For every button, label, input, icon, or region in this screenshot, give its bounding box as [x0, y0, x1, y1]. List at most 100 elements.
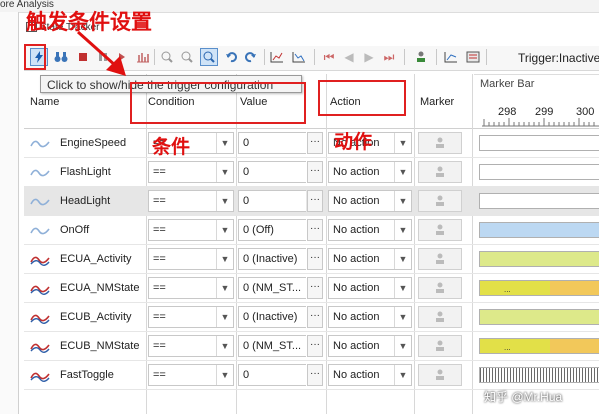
condition-select[interactable]: == ▼ — [148, 161, 234, 183]
signal-wave-icon — [30, 372, 50, 382]
chart-down-icon[interactable] — [290, 48, 308, 66]
condition-select[interactable]: == ▼ — [148, 364, 234, 386]
chevron-down-icon[interactable]: ▼ — [394, 249, 411, 269]
action-select[interactable]: No action ▼ — [328, 277, 412, 299]
chevron-down-icon[interactable]: ▼ — [216, 162, 233, 182]
chevron-down-icon[interactable]: ▼ — [216, 307, 233, 327]
marker-axis: 298 299 300 — [474, 92, 599, 128]
marker-button[interactable] — [418, 161, 462, 183]
table-row[interactable]: ECUB_NMState == ▼ 0 (NM_ST... ··· No action ▼.… — [24, 332, 599, 361]
action-select[interactable]: No action ▼ — [328, 335, 412, 357]
value-field[interactable]: 0 — [238, 132, 306, 154]
value-field[interactable]: 0 (NM_ST... — [238, 277, 306, 299]
chevron-down-icon[interactable]: ▼ — [216, 249, 233, 269]
chevron-down-icon[interactable]: ▼ — [394, 220, 411, 240]
condition-select[interactable]: == ▼ — [148, 248, 234, 270]
next-icon[interactable]: ▶ — [360, 48, 378, 66]
action-select[interactable]: No action ▼ — [328, 190, 412, 212]
chevron-down-icon[interactable]: ▼ — [394, 162, 411, 182]
prev-icon[interactable]: ◀ — [340, 48, 358, 66]
marker-button[interactable] — [418, 248, 462, 270]
action-value: No action — [333, 253, 380, 265]
chevron-down-icon[interactable]: ▼ — [216, 220, 233, 240]
value-field[interactable]: 0 — [238, 364, 306, 386]
value-field[interactable]: 0 — [238, 190, 306, 212]
marker-button[interactable] — [418, 132, 462, 154]
person-icon[interactable] — [412, 48, 430, 66]
signal-wave-icon — [30, 256, 50, 266]
marker-bar-separator — [474, 74, 599, 75]
value-browse-button[interactable]: ··· — [307, 190, 323, 212]
condition-select[interactable]: == ▼ — [148, 277, 234, 299]
action-value: No action — [333, 311, 380, 323]
value-browse-button[interactable]: ··· — [307, 132, 323, 154]
value-browse-button[interactable]: ··· — [307, 219, 323, 241]
value-field[interactable]: 0 (Inactive) — [238, 248, 306, 270]
action-select[interactable]: No action ▼ — [328, 306, 412, 328]
marker-button[interactable] — [418, 364, 462, 386]
signal-name: ECUB_Activity — [60, 311, 132, 323]
toggle-tick — [507, 368, 508, 382]
value-field[interactable]: 0 (Inactive) — [238, 306, 306, 328]
marker-button[interactable] — [418, 219, 462, 241]
value-field[interactable]: 0 (NM_ST... — [238, 335, 306, 357]
toggle-tick — [495, 368, 496, 382]
zoom-in-icon[interactable] — [158, 48, 176, 66]
marker-button[interactable] — [418, 335, 462, 357]
table-row[interactable]: ECUA_NMState == ▼ 0 (NM_ST... ··· No action ▼.… — [24, 274, 599, 303]
value-field[interactable]: 0 (Off) — [238, 219, 306, 241]
chevron-down-icon[interactable]: ▼ — [394, 278, 411, 298]
value-browse-button[interactable]: ··· — [307, 277, 323, 299]
binoculars-icon[interactable] — [52, 48, 70, 66]
chevron-down-icon[interactable]: ▼ — [216, 365, 233, 385]
value-browse-button[interactable]: ··· — [307, 306, 323, 328]
redo-icon[interactable] — [242, 48, 260, 66]
action-select[interactable]: No action ▼ — [328, 248, 412, 270]
table-row[interactable]: FlashLight == ▼ 0 ··· No action ▼ — [24, 158, 599, 187]
table-row[interactable]: FastToggle == ▼ 0 ··· No action ▼ — [24, 361, 599, 390]
chevron-down-icon[interactable]: ▼ — [216, 278, 233, 298]
value-browse-button[interactable]: ··· — [307, 364, 323, 386]
chevron-down-icon[interactable]: ▼ — [394, 307, 411, 327]
table-row[interactable]: ECUA_Activity == ▼ 0 (Inactive) ··· No action… — [24, 245, 599, 274]
marker-button[interactable] — [418, 277, 462, 299]
action-select[interactable]: No action ▼ — [328, 364, 412, 386]
chevron-down-icon[interactable]: ▼ — [216, 191, 233, 211]
toggle-tick — [576, 368, 577, 382]
chevron-down-icon[interactable]: ▼ — [394, 191, 411, 211]
value-browse-button[interactable]: ··· — [307, 161, 323, 183]
zoom-fit-icon[interactable] — [200, 48, 218, 66]
table-row[interactable]: HeadLight == ▼ 0 ··· No action ▼ — [24, 187, 599, 216]
table-row[interactable]: OnOff == ▼ 0 (Off) ··· No action ▼ — [24, 216, 599, 245]
chevron-down-icon[interactable]: ▼ — [394, 365, 411, 385]
chevron-down-icon[interactable]: ▼ — [394, 336, 411, 356]
action-select[interactable]: No action ▼ — [328, 219, 412, 241]
marker-button[interactable] — [418, 306, 462, 328]
value-browse-button[interactable]: ··· — [307, 248, 323, 270]
condition-select[interactable]: == ▼ — [148, 306, 234, 328]
axis-tick-300: 300 — [576, 106, 595, 118]
chevron-down-icon[interactable]: ▼ — [394, 133, 411, 153]
chevron-down-icon[interactable]: ▼ — [216, 336, 233, 356]
chevron-down-icon[interactable]: ▼ — [216, 133, 233, 153]
chart-up-icon[interactable] — [268, 48, 286, 66]
zoom-out-icon[interactable] — [178, 48, 196, 66]
toggle-tick — [480, 368, 481, 382]
action-select[interactable]: No action ▼ — [328, 161, 412, 183]
col-name-header[interactable]: Name — [30, 96, 59, 108]
marker-button[interactable] — [418, 190, 462, 212]
condition-select[interactable]: == ▼ — [148, 190, 234, 212]
line-chart-icon[interactable] — [442, 48, 460, 66]
condition-select[interactable]: == ▼ — [148, 335, 234, 357]
condition-select[interactable]: == ▼ — [148, 219, 234, 241]
value-browse-button[interactable]: ··· — [307, 335, 323, 357]
last-icon[interactable]: ⏭ — [380, 48, 398, 66]
settings-icon[interactable] — [464, 48, 482, 66]
table-row[interactable]: ECUB_Activity == ▼ 0 (Inactive) ··· No action… — [24, 303, 599, 332]
value-field[interactable]: 0 — [238, 161, 306, 183]
undo-icon[interactable] — [222, 48, 240, 66]
marker-chart-icon[interactable] — [134, 48, 152, 66]
first-icon[interactable]: ⏮ — [320, 48, 338, 66]
col-marker-header[interactable]: Marker — [420, 96, 454, 108]
table-row[interactable]: EngineSpeed == ▼ 0 ··· No action ▼ — [24, 129, 599, 158]
